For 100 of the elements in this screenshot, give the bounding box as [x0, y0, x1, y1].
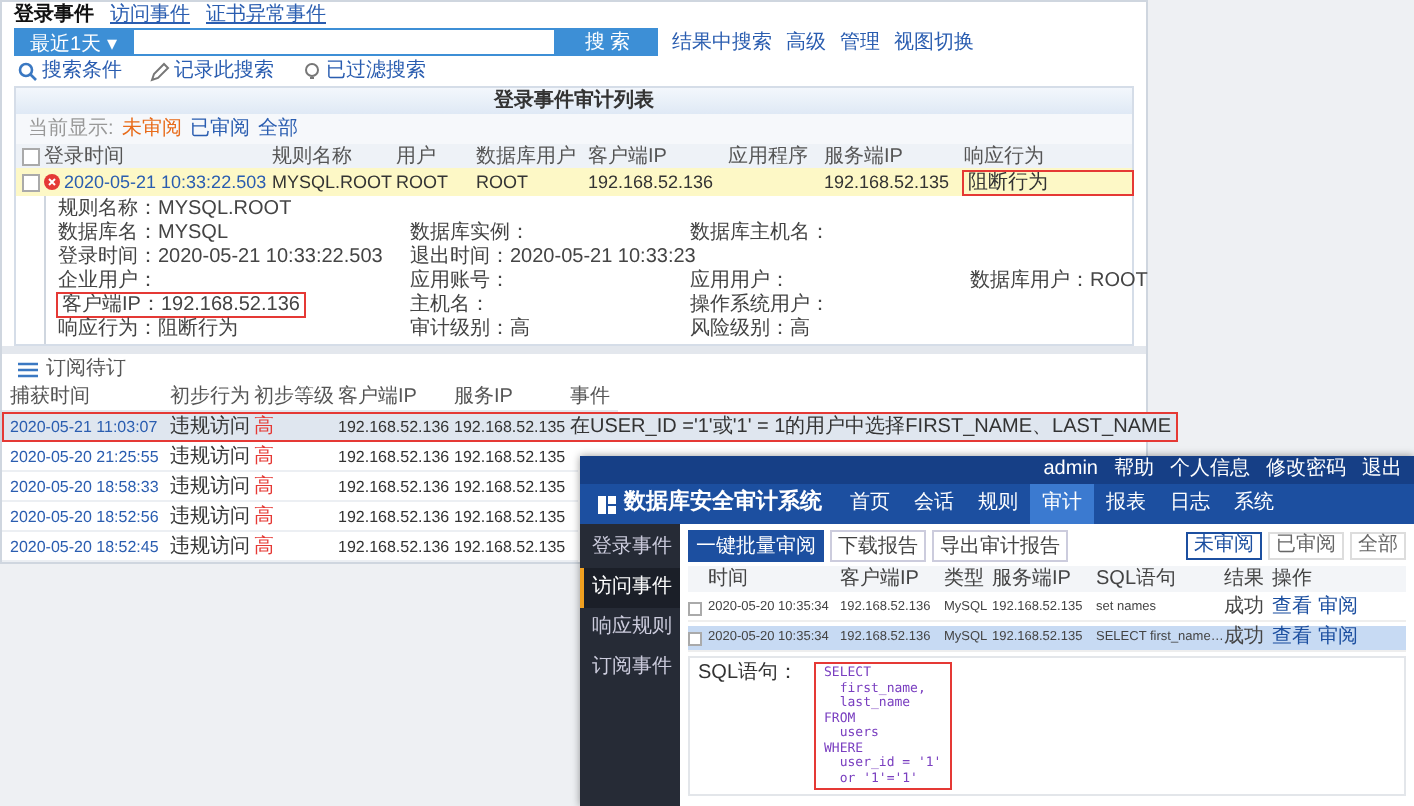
table-cell-text: 192.168.52.136: [338, 445, 452, 467]
column-header: 规则名称: [272, 145, 354, 167]
table-cell-text: 192.168.52.135: [454, 505, 568, 527]
nav-tab[interactable]: 系统: [1222, 484, 1286, 524]
search-link[interactable]: 视图切换: [894, 31, 975, 53]
column-header: 客户端IP: [840, 567, 921, 591]
column-header: 服务IP: [454, 386, 515, 408]
table-cell-text: 192.168.52.136: [338, 475, 452, 497]
filter-tab[interactable]: 已审阅: [1268, 532, 1344, 560]
sidebar-item[interactable]: 响应规则: [580, 608, 680, 648]
section-title: 订阅待订: [46, 358, 126, 380]
search-icon: [18, 61, 38, 81]
table-cell-text: 高: [254, 535, 276, 557]
detail-field: 应用账号：: [410, 270, 510, 292]
row-checkbox[interactable]: [22, 173, 40, 191]
event-tab[interactable]: 访问事件: [110, 4, 190, 26]
detail-field: 数据库名：MYSQL: [58, 222, 229, 244]
table-row[interactable]: 2020-05-21 11:03:07 违规访问 高 192.168.52.136 192.168.52.135 在USER_ID ='1'或'1' = 1的用户中选择FIRST_NAME、LAST_NAME: [2, 412, 1179, 442]
table-cell-text: 成功: [1224, 596, 1266, 620]
nav-tab[interactable]: 日志: [1158, 484, 1222, 524]
detail-field: 响应行为：阻断行为: [58, 318, 238, 340]
column-header: 用户: [396, 145, 438, 167]
select-all-checkbox[interactable]: [22, 147, 40, 165]
action-link[interactable]: 查看 审阅: [1272, 596, 1364, 620]
table-cell-text: 违规访问: [170, 535, 252, 557]
table-row[interactable]: 2020-05-20 18:52:56 违规访问 高 192.168.52.136 192.168.52.135: [2, 502, 578, 532]
table-cell-text: 违规访问: [170, 475, 252, 497]
search-field[interactable]: [132, 28, 557, 56]
lightbulb-icon: [302, 61, 322, 81]
column-header: 数据库用户: [476, 145, 578, 167]
column-header: 捕获时间: [10, 386, 92, 408]
detail-field: 数据库实例：: [410, 222, 530, 244]
user-menu-item[interactable]: admin: [1043, 458, 1098, 482]
table-cell-text: 2020-05-20 21:25:55: [10, 445, 161, 467]
list-icon: [18, 361, 38, 377]
filter-tab[interactable]: 全部: [1350, 532, 1406, 560]
table-cell-text: 违规访问: [170, 445, 252, 467]
event-tab[interactable]: 证书异常事件: [206, 4, 326, 26]
toolbar-button[interactable]: 下载报告: [830, 530, 926, 562]
nav-tab[interactable]: 规则: [966, 484, 1030, 524]
column-header: 事件: [570, 386, 610, 408]
table-cell-text: 192.168.52.135: [824, 171, 952, 193]
toolbar-button[interactable]: 记录此搜索: [150, 60, 274, 82]
toolbar-button[interactable]: 已过滤搜索: [302, 60, 426, 82]
user-menu-item[interactable]: 帮助: [1114, 458, 1154, 482]
sidebar-item[interactable]: 访问事件: [580, 568, 680, 608]
sidebar-item[interactable]: 订阅事件: [580, 648, 680, 688]
table-cell-text: ROOT: [396, 171, 450, 193]
pencil-icon: [150, 61, 170, 81]
column-header: 初步等级: [254, 386, 336, 408]
table-cell-text: 成功: [1224, 626, 1266, 650]
column-header: 初步行为: [170, 386, 252, 408]
expand-toggle[interactable]: [688, 601, 702, 615]
detail-field: 风险级别：高: [690, 318, 810, 340]
table-cell: 2020-05-21 10:33:22.503: [44, 171, 272, 193]
table-cell-text: 192.168.52.136: [338, 415, 452, 437]
table-cell-text: 192.168.52.135: [454, 415, 568, 437]
expand-toggle[interactable]: [688, 631, 702, 645]
detail-field: 规则名称：MYSQL.ROOT: [58, 198, 292, 220]
filter-link[interactable]: 已审阅: [189, 118, 250, 140]
detail-field: 操作系统用户：: [690, 294, 830, 316]
table-cell-text: 高: [254, 475, 276, 497]
table-row[interactable]: 2020-05-21 10:33:22.503 MYSQL.ROOT ROOT ROOT 192.168.52.136 192.168.52.135 阻断行为: [16, 168, 1132, 196]
search-link[interactable]: 管理: [840, 31, 881, 53]
column-header: 客户端IP: [588, 145, 669, 167]
nav-tab[interactable]: 审计: [1030, 484, 1094, 524]
primary-button[interactable]: 一键批量审阅: [688, 530, 824, 562]
filter-link[interactable]: 全部: [257, 118, 298, 140]
table-cell-text: 2020-05-20 18:52:45: [10, 535, 161, 557]
column-header: 应用程序: [728, 145, 810, 167]
detail-field: 审计级别：高: [410, 318, 530, 340]
search-link[interactable]: 高级: [786, 31, 827, 53]
table-cell-text: 2020-05-21 11:03:07: [10, 415, 160, 437]
nav-tab[interactable]: 报表: [1094, 484, 1158, 524]
event-tab[interactable]: 登录事件: [14, 4, 94, 26]
toolbar-button[interactable]: 导出审计报告: [932, 530, 1068, 562]
app-title: 数据库安全审计系统: [624, 490, 822, 518]
toolbar-button[interactable]: 搜索条件: [18, 60, 122, 82]
table-cell-text: 192.168.52.135: [454, 445, 568, 467]
action-link[interactable]: 查看 审阅: [1272, 626, 1364, 650]
nav-tab[interactable]: 会话: [902, 484, 966, 524]
user-menu-item[interactable]: 个人信息: [1170, 458, 1250, 482]
table-cell-text: MYSQL.ROOT: [272, 171, 395, 193]
search-link[interactable]: 结果中搜索: [672, 31, 773, 53]
table-row[interactable]: 2020-05-20 18:58:33 违规访问 高 192.168.52.136 192.168.52.135: [2, 472, 578, 502]
table-cell-text: 2020-05-20 18:58:33: [10, 475, 161, 497]
sidebar-item[interactable]: 登录事件: [580, 528, 680, 568]
table-cell-text: 违规访问: [170, 415, 252, 437]
detail-field: 数据库主机名：: [690, 222, 830, 244]
table-cell-text: ROOT: [476, 171, 530, 193]
table-row[interactable]: 2020-05-20 21:25:55 违规访问 高 192.168.52.136 192.168.52.135: [2, 442, 578, 472]
user-menu-item[interactable]: 退出: [1362, 458, 1402, 482]
filter-tab[interactable]: 未审阅: [1186, 532, 1262, 560]
user-menu-item[interactable]: 修改密码: [1266, 458, 1346, 482]
table-cell-text: 高: [254, 445, 276, 467]
detail-field: 登录时间：2020-05-21 10:33:22.503: [58, 246, 383, 268]
detail-field: 数据库用户：ROOT: [970, 270, 1148, 292]
nav-tab[interactable]: 首页: [838, 484, 902, 524]
table-cell-text: 192.168.52.136: [588, 171, 716, 193]
table-row[interactable]: 2020-05-20 18:52:45 违规访问 高 192.168.52.136 192.168.52.135: [2, 532, 578, 562]
